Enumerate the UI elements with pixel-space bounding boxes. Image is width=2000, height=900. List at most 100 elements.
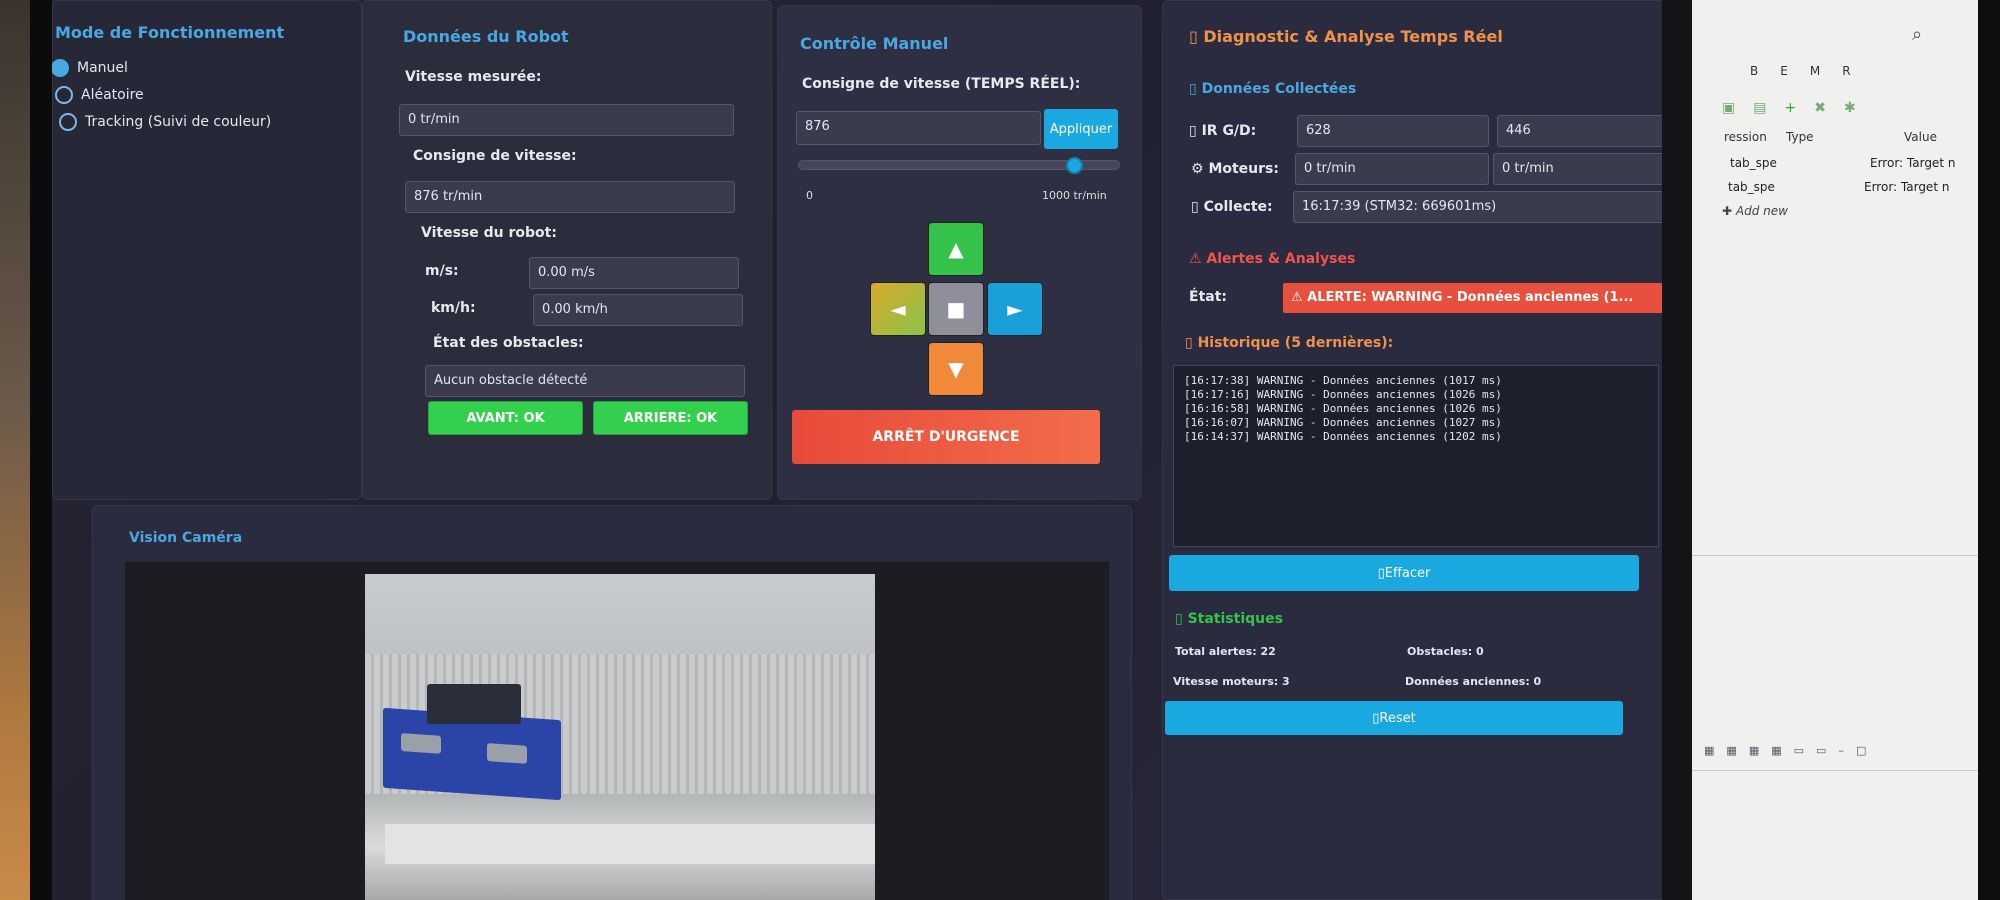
ide-tab[interactable]: B [1750, 64, 1758, 78]
history-line: [16:14:37] WARNING - Données anciennes (… [1184, 430, 1502, 443]
history-line: [16:17:16] WARNING - Données anciennes (… [1184, 388, 1502, 401]
search-icon[interactable]: ⌕ [1912, 24, 1922, 45]
emergency-stop-button[interactable]: ARRÊT D'URGENCE [792, 410, 1100, 464]
ide-row[interactable]: tab_spe Error: Target n [1730, 156, 1980, 170]
right-button[interactable]: ► [987, 282, 1043, 336]
robot-data-title: Données du Robot [403, 27, 569, 46]
collected-title: ▯ Données Collectées [1189, 81, 1356, 97]
console-icon[interactable]: ▦ [1726, 744, 1736, 757]
gear-icon: ⚙ [1191, 161, 1209, 177]
back-ok-button[interactable]: ARRIERE: OK [593, 401, 748, 435]
history-line: [16:16:07] WARNING - Données anciennes (… [1184, 416, 1502, 429]
clear-button[interactable]: ▯ Effacer [1169, 555, 1639, 591]
add-icon[interactable]: + [1784, 100, 1796, 122]
motor-speed-stat: Vitesse moteurs: 3 [1173, 675, 1290, 688]
add-new-row[interactable]: ✚ Add new [1722, 204, 1788, 218]
ide-tab[interactable]: R [1842, 64, 1850, 78]
clock-icon: ▯ [1191, 199, 1204, 215]
collect-label: ▯ Collecte: [1191, 199, 1273, 215]
tool-icon[interactable]: ✱ [1844, 100, 1856, 122]
ir-label-text: IR G/D: [1201, 123, 1257, 139]
console-icon[interactable]: ▦ [1771, 744, 1781, 757]
stats-title-text: Statistiques [1187, 611, 1283, 627]
radio-icon[interactable] [55, 86, 73, 104]
ide-tab[interactable]: E [1780, 64, 1788, 78]
floor [385, 824, 875, 864]
diagnostic-icon: ▯ [1189, 27, 1204, 46]
mode-title: Mode de Fonctionnement [55, 23, 285, 42]
kmh-label: km/h: [431, 300, 476, 316]
camera-panel: Vision Caméra [92, 505, 1132, 900]
up-button[interactable]: ▲ [928, 222, 984, 276]
robot-speed-label: Vitesse du robot: [421, 225, 557, 241]
console-icon[interactable]: ▦ [1749, 744, 1759, 757]
reset-button[interactable]: ▯ Reset [1165, 701, 1623, 735]
motor-right-field: 0 tr/min [1493, 153, 1687, 185]
diagnostic-title: ▯ Diagnostic & Analyse Temps Réel [1189, 27, 1503, 46]
collect-field: 16:17:39 (STM32: 669601ms) [1293, 191, 1683, 223]
display-icon[interactable]: ▭ [1816, 744, 1826, 757]
front-ok-button[interactable]: AVANT: OK [428, 401, 583, 435]
apply-button[interactable]: Appliquer [1044, 109, 1118, 149]
slider-thumb[interactable] [1066, 157, 1084, 174]
robot-data-panel: Données du Robot Vitesse mesurée: 0 tr/m… [362, 0, 772, 500]
mode-option-aleatoire[interactable]: Aléatoire [55, 86, 144, 104]
collected-icon: ▯ [1189, 81, 1202, 97]
ide-tab[interactable]: M [1810, 64, 1820, 78]
motor-left-field: 0 tr/min [1295, 153, 1489, 185]
row-value: Error: Target n [1864, 180, 1950, 194]
measured-speed-field: 0 tr/min [399, 104, 734, 136]
mode-option-tracking[interactable]: Tracking (Suivi de couleur) [59, 113, 271, 131]
ide-divider [1692, 555, 1978, 556]
reset-button-label: Reset [1379, 710, 1416, 726]
motors-label: ⚙ Moteurs: [1191, 161, 1279, 177]
ir-icon: ▯ [1189, 123, 1202, 139]
connector-left [401, 733, 441, 754]
col-expression: ression [1724, 130, 1767, 144]
tool-icon[interactable]: ▤ [1753, 100, 1766, 122]
slider-min-label: 0 [806, 189, 813, 202]
reset-icon: ▯ [1372, 710, 1380, 726]
mode-option-label: Aléatoire [81, 87, 144, 103]
mode-option-label: Tracking (Suivi de couleur) [85, 114, 272, 130]
mode-option-manuel[interactable]: Manuel [52, 59, 128, 77]
motors-label-text: Moteurs: [1208, 161, 1279, 177]
maximize-icon[interactable]: □ [1856, 744, 1866, 757]
kmh-field: 0.00 km/h [533, 294, 743, 326]
old-data-stat: Données anciennes: 0 [1405, 675, 1542, 688]
radio-selected-icon[interactable] [52, 59, 69, 77]
history-icon: ▯ [1185, 335, 1198, 351]
pin-icon[interactable]: ▭ [1794, 744, 1804, 757]
board-object [427, 684, 521, 724]
ir-left-field: 628 [1297, 115, 1489, 147]
collected-title-text: Données Collectées [1201, 81, 1357, 97]
radio-icon[interactable] [59, 113, 77, 131]
add-new-label: Add new [1735, 204, 1788, 218]
collect-label-text: Collecte: [1203, 199, 1273, 215]
history-line: [16:16:58] WARNING - Données anciennes (… [1184, 402, 1502, 415]
camera-feed-image [365, 574, 875, 900]
obstacles-stat: Obstacles: 0 [1407, 645, 1484, 658]
diagnostic-panel: ▯ Diagnostic & Analyse Temps Réel ▯ Donn… [1162, 0, 1742, 900]
setpoint-input[interactable]: 876 [796, 111, 1041, 145]
ms-field: 0.00 m/s [529, 257, 739, 289]
stop-button[interactable]: ■ [928, 282, 984, 336]
left-button[interactable]: ◄ [870, 282, 926, 336]
minimize-icon[interactable]: – [1838, 744, 1844, 757]
mode-panel: Mode de Fonctionnement Manuel Aléatoire … [52, 0, 362, 500]
setpoint-field: 876 tr/min [405, 181, 735, 213]
row-value: Error: Target n [1870, 156, 1956, 170]
ide-tabs: B E M R [1750, 64, 1851, 78]
row-expr: tab_spe [1728, 180, 1775, 194]
ide-divider-2 [1692, 770, 1978, 771]
mode-option-label: Manuel [77, 60, 128, 76]
add-new-icon: ✚ [1722, 204, 1736, 218]
console-icon[interactable]: ▦ [1704, 744, 1714, 757]
camera-title: Vision Caméra [129, 530, 243, 546]
remove-icon[interactable]: ✖ [1814, 100, 1826, 122]
setpoint-label: Consigne de vitesse: [413, 148, 577, 164]
ide-row[interactable]: tab_spe Error: Target n [1728, 180, 1978, 194]
tool-icon[interactable]: ▣ [1722, 100, 1735, 122]
speed-slider[interactable] [798, 157, 1120, 174]
down-button[interactable]: ▼ [928, 342, 984, 396]
